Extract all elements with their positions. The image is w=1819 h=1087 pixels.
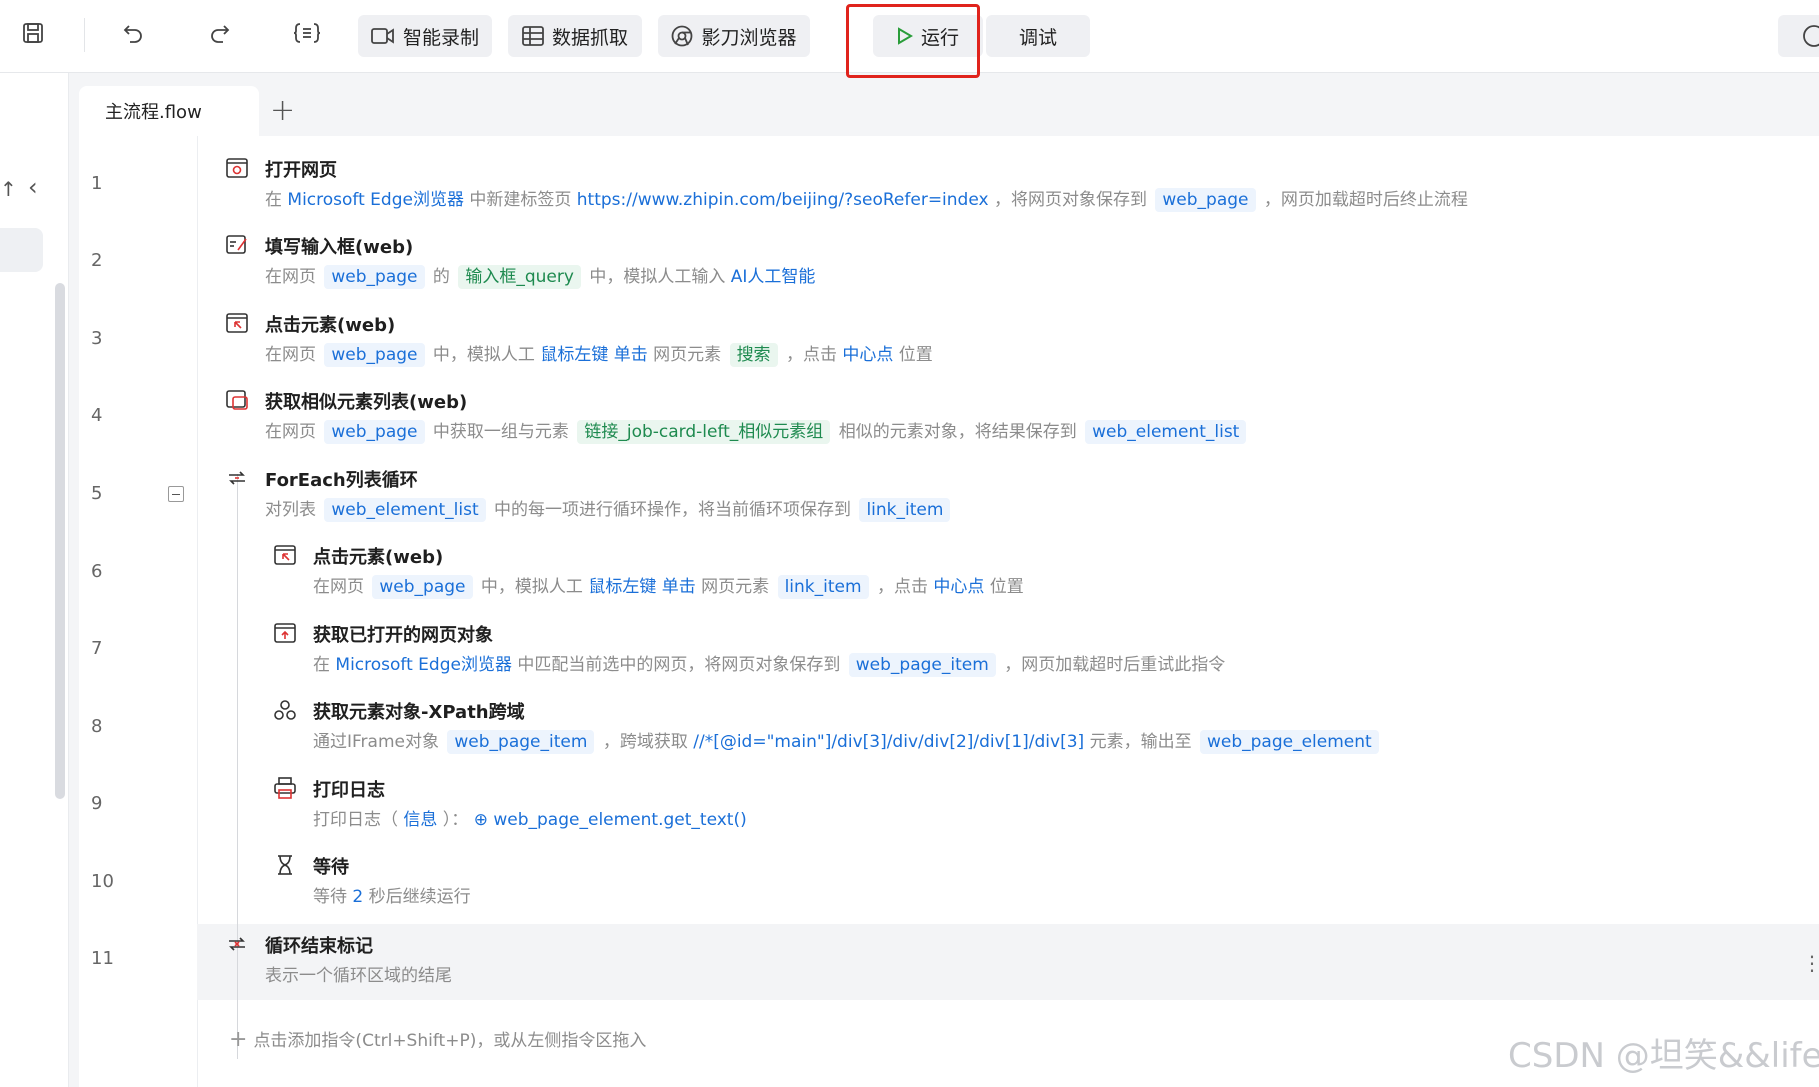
help-button[interactable] [1778, 15, 1819, 57]
line-number: 2 [91, 250, 103, 271]
step-desc: 在网页 web_page 中获取一组与元素 链接_job-card-left_相… [265, 417, 1249, 444]
table-grid-icon [522, 26, 544, 46]
flow-editor: 1 2 3 4 5 6 7 8 9 10 11 打开网页 在 Microsoft… [79, 136, 1819, 1087]
step-desc: 等待 2 秒后继续运行 [313, 887, 471, 907]
step-desc: 在网页 web_page 中，模拟人工 鼠标左键 单击 网页元素 link_it… [313, 575, 1024, 599]
rail-scrollbar[interactable] [55, 283, 65, 799]
chevron-left-icon[interactable]: ‹ [28, 173, 38, 201]
step-desc: 表示一个循环区域的结尾 [265, 966, 452, 986]
step-title: 点击元素(web) [265, 315, 396, 336]
line-number: 11 [91, 948, 114, 969]
debug-label: 调试 [1018, 26, 1057, 49]
browser-chrome-icon [672, 25, 693, 47]
step-desc: 在网页 web_page 中，模拟人工 鼠标左键 单击 网页元素 搜索 ，点击 … [265, 343, 933, 367]
hourglass-icon [278, 855, 292, 875]
xpath-cross-domain-icon [274, 700, 296, 720]
step-desc: 对列表 web_element_list 中的每一项进行循环操作，将当前循环项保… [265, 495, 953, 522]
watermark: CSDN @坦笑&&life [1508, 1036, 1819, 1076]
redo-icon[interactable] [204, 17, 236, 49]
line-number: 9 [91, 793, 103, 814]
open-web-icon [226, 158, 248, 178]
click-element-icon [274, 545, 296, 565]
video-camera-icon [371, 28, 394, 44]
step-title: 填写输入框(web) [265, 237, 414, 258]
step-title: 打开网页 [265, 160, 337, 181]
collapse-toggle[interactable] [168, 486, 184, 502]
step-title: 获取相似元素列表(web) [265, 392, 468, 413]
line-number: 10 [91, 871, 114, 892]
yingdao-browser-label: 影刀浏览器 [701, 26, 797, 49]
top-toolbar: 智能录制 数据抓取 影刀浏览器 运行 调试 [0, 0, 1819, 78]
line-number: 4 [91, 405, 103, 426]
debug-button[interactable]: 调试 [986, 15, 1090, 57]
data-capture-button[interactable]: 数据抓取 [508, 15, 642, 57]
step-title: 点击元素(web) [313, 547, 444, 568]
add-hint-text: 点击添加指令(Ctrl+Shift+P)，或从左侧指令区拖入 [253, 1031, 647, 1051]
step-title: 循环结束标记 [265, 936, 373, 957]
smart-record-label: 智能录制 [402, 26, 479, 49]
step-desc: 在网页 web_page 的 输入框_query 中，模拟人工输入 AI人工智能 [265, 265, 816, 289]
save-icon[interactable] [17, 17, 49, 49]
step-desc: 通过IFrame对象 web_page_item ，跨域获取 //*[@id="… [313, 727, 1382, 754]
step-desc: 在 Microsoft Edge浏览器 中新建标签页 https://www.z… [265, 188, 1468, 212]
undo-icon[interactable] [117, 17, 149, 49]
left-rail: ↑ ‹ [0, 73, 69, 1087]
step-desc: 在 Microsoft Edge浏览器 中匹配当前选中的网页，将网页对象保存到 … [313, 653, 1226, 677]
tab-label: 主流程.flow [105, 102, 202, 123]
foreach-loop-icon [229, 471, 245, 485]
add-command-hint[interactable]: + 点击添加指令(Ctrl+Shift+P)，或从左侧指令区拖入 [229, 1026, 646, 1052]
step-desc: 打印日志（ 信息 ）： ⊕ web_page_element.get_text(… [313, 810, 747, 830]
rail-selected-item[interactable] [0, 228, 43, 272]
line-number: 8 [91, 716, 103, 737]
more-options-icon[interactable]: ⋮ [1802, 951, 1819, 975]
yingdao-browser-button[interactable]: 影刀浏览器 [658, 15, 810, 57]
tab-main-flow[interactable]: 主流程.flow [79, 86, 259, 136]
step-title: ForEach列表循环 [265, 470, 418, 491]
line-number: 7 [91, 638, 103, 659]
step-title: 等待 [313, 857, 349, 878]
line-number: 5 [91, 483, 103, 504]
smart-record-button[interactable]: 智能录制 [358, 15, 492, 57]
loop-guide-line [237, 474, 238, 1059]
run-button-highlight [846, 4, 980, 78]
help-circle-icon [1803, 25, 1819, 47]
fill-input-icon [226, 235, 247, 254]
arrow-up-icon[interactable]: ↑ [0, 177, 17, 201]
line-number: 6 [91, 561, 103, 582]
print-log-icon [274, 777, 296, 799]
plus-icon[interactable]: + [270, 93, 295, 128]
step-title: 打印日志 [313, 780, 385, 801]
line-number: 3 [91, 328, 103, 349]
variable-braces-icon[interactable] [291, 17, 323, 49]
line-number: 1 [91, 173, 103, 194]
get-opened-page-icon [274, 623, 296, 643]
plus-icon: + [229, 1027, 248, 1052]
step-title: 获取元素对象-XPath跨域 [313, 702, 525, 723]
click-element-icon [226, 313, 248, 333]
loop-end-icon [229, 937, 245, 951]
similar-elements-icon [226, 390, 248, 410]
step-title: 获取已打开的网页对象 [313, 625, 493, 646]
toolbar-divider [84, 18, 85, 52]
data-capture-label: 数据抓取 [551, 26, 628, 49]
